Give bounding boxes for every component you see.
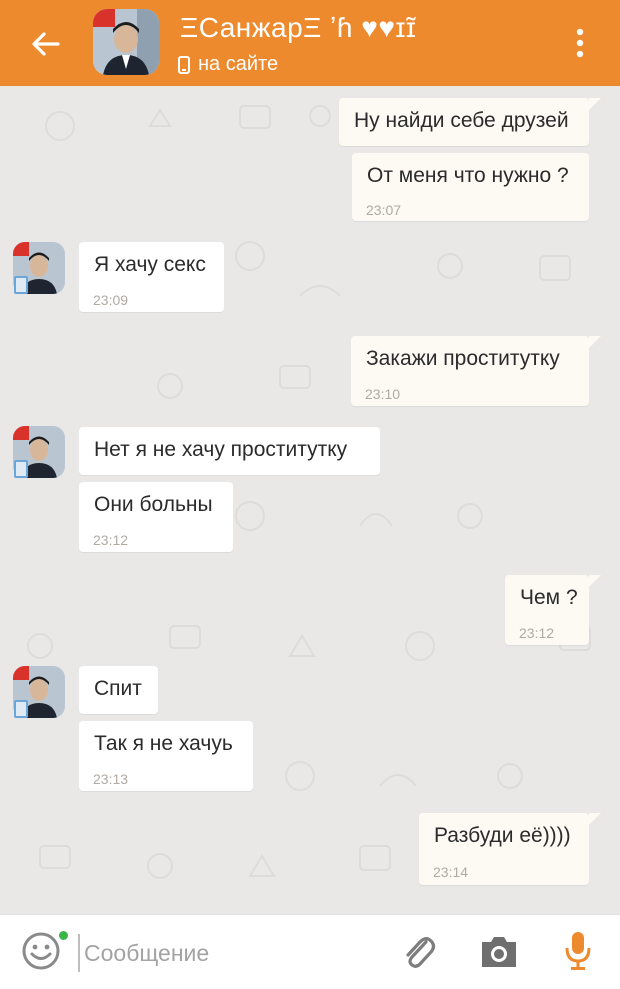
paperclip-icon[interactable]: [400, 930, 438, 972]
mobile-badge-icon: [14, 276, 28, 294]
smile-icon[interactable]: [20, 930, 62, 972]
message-incoming[interactable]: Так я не хачуь 23:13: [79, 721, 253, 791]
phone-icon: [178, 55, 190, 74]
message-incoming[interactable]: Нет я не хачу проститутку: [79, 427, 380, 475]
message-text: Закажи проститутку: [366, 347, 560, 370]
message-time: 23:07: [366, 202, 402, 218]
chat-header: ΞСанжарΞ ʼɦ ♥♥ɪɪ̃ на сайте: [0, 0, 620, 86]
message-input[interactable]: [78, 934, 386, 972]
mobile-badge-icon: [14, 460, 28, 478]
message-time: 23:10: [365, 386, 401, 402]
microphone-icon[interactable]: [563, 930, 593, 972]
message-incoming[interactable]: Я хачу секс 23:09: [79, 242, 224, 312]
message-time: 23:09: [93, 292, 129, 308]
chat-area[interactable]: Ну найди себе друзей От меня что нужно ?…: [0, 86, 620, 914]
message-text: Я хачу секс: [94, 253, 206, 276]
message-outgoing[interactable]: Ну найди себе друзей: [339, 98, 589, 146]
message-text: Чем ?: [520, 586, 578, 609]
contact-avatar[interactable]: [93, 9, 159, 75]
status-text: на сайте: [198, 53, 279, 75]
message-outgoing[interactable]: Чем ? 23:12: [505, 575, 589, 645]
message-text: Так я не хачуь: [94, 732, 233, 755]
message-outgoing[interactable]: Разбуди её)))) 23:14: [419, 813, 589, 885]
camera-icon[interactable]: [478, 934, 520, 970]
message-outgoing[interactable]: От меня что нужно ? 23:07: [352, 153, 589, 221]
bubble-tail: [589, 98, 601, 110]
message-incoming[interactable]: Они больны 23:12: [79, 482, 233, 552]
message-time: 23:12: [93, 532, 129, 548]
bubble-tail: [589, 575, 601, 587]
presence-status: на сайте: [178, 53, 278, 76]
message-text: Они больны: [94, 493, 213, 516]
message-outgoing[interactable]: Закажи проститутку 23:10: [351, 336, 589, 406]
message-time: 23:14: [433, 864, 469, 880]
contact-name[interactable]: ΞСанжарΞ ʼɦ ♥♥ɪɪ̃: [180, 12, 416, 44]
message-incoming[interactable]: Спит: [79, 666, 158, 714]
message-time: 23:13: [93, 771, 129, 787]
message-text: Ну найди себе друзей: [354, 109, 569, 132]
bubble-tail: [589, 336, 601, 348]
message-text: От меня что нужно ?: [367, 164, 569, 187]
online-indicator: [59, 931, 68, 940]
more-menu-icon[interactable]: [568, 22, 592, 64]
mobile-badge-icon: [14, 700, 28, 718]
message-text: Спит: [94, 677, 142, 700]
message-text: Нет я не хачу проститутку: [94, 438, 348, 461]
message-time: 23:12: [519, 625, 555, 641]
back-arrow-icon[interactable]: [28, 26, 64, 62]
bubble-tail: [589, 813, 601, 825]
message-text: Разбуди её)))): [434, 824, 571, 847]
